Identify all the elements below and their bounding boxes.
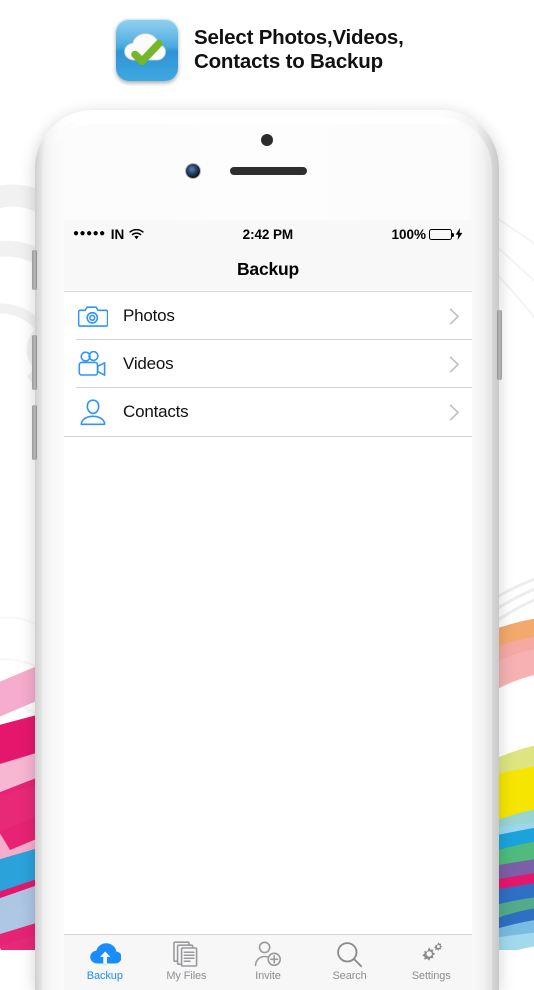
camera-icon <box>76 304 110 328</box>
magnifier-icon <box>336 940 363 968</box>
battery-percent-label: 100% <box>391 226 426 242</box>
video-camera-icon <box>76 351 110 377</box>
chevron-right-icon <box>449 355 460 373</box>
tab-bar: Backup My Files Invite Search Settings <box>64 934 472 990</box>
tab-search[interactable]: Search <box>309 935 391 990</box>
list-item-videos[interactable]: Videos <box>64 340 472 388</box>
phone-screen: ●●●●● IN 2:42 PM 100% Backup Photos Vide… <box>64 220 472 990</box>
documents-icon <box>173 940 199 968</box>
tab-label: Backup <box>86 970 123 982</box>
tab-invite[interactable]: Invite <box>227 935 309 990</box>
status-bar-time: 2:42 PM <box>242 226 293 242</box>
signal-strength-dots: ●●●●● <box>73 228 106 239</box>
gears-icon <box>417 940 445 968</box>
wifi-icon <box>129 228 144 240</box>
tab-label: My Files <box>166 970 207 982</box>
status-bar: ●●●●● IN 2:42 PM 100% <box>64 220 472 248</box>
volume-down-button[interactable] <box>32 405 37 460</box>
backup-options-list: Photos Videos Contacts <box>64 292 472 437</box>
lightning-bolt-icon <box>455 228 463 240</box>
status-bar-right: 100% <box>391 227 463 242</box>
page-title: Select Photos,Videos, Contacts to Backup <box>194 26 404 74</box>
tab-label: Invite <box>255 970 281 982</box>
volume-up-button[interactable] <box>32 335 37 390</box>
list-item-contacts[interactable]: Contacts <box>64 388 472 436</box>
promo-title-line1: Select Photos,Videos, <box>194 26 404 50</box>
list-item-label: Videos <box>123 354 174 373</box>
list-item-label: Contacts <box>123 402 189 421</box>
navbar-title: Backup <box>236 259 299 279</box>
promo-title-line2: Contacts to Backup <box>194 50 383 73</box>
carrier-label: IN <box>110 226 125 242</box>
tab-my-files[interactable]: My Files <box>146 935 228 990</box>
status-bar-left: ●●●●● IN <box>73 227 144 242</box>
person-icon <box>76 398 110 426</box>
list-item-photos[interactable]: Photos <box>64 292 472 340</box>
iphone-device-frame: ●●●●● IN 2:42 PM 100% Backup Photos Vide… <box>32 110 502 990</box>
tab-label: Settings <box>411 970 451 982</box>
chevron-right-icon <box>449 403 460 421</box>
promo-header: Select Photos,Videos, Contacts to Backup <box>0 0 534 100</box>
chevron-right-icon <box>449 307 460 325</box>
tab-label: Search <box>332 970 367 982</box>
front-camera <box>186 164 200 178</box>
silence-switch[interactable] <box>32 250 37 290</box>
tab-backup[interactable]: Backup <box>64 935 146 990</box>
list-item-label: Photos <box>123 306 175 325</box>
cloud-check-icon <box>116 19 178 81</box>
proximity-sensor <box>261 134 273 146</box>
earpiece-speaker <box>230 167 307 175</box>
person-add-icon <box>254 940 282 968</box>
tab-settings[interactable]: Settings <box>390 935 472 990</box>
empty-content-area <box>64 437 472 977</box>
navigation-bar: Backup <box>64 248 472 292</box>
battery-full-icon <box>429 228 455 240</box>
cloud-upload-icon <box>89 940 121 968</box>
power-button[interactable] <box>497 310 502 380</box>
